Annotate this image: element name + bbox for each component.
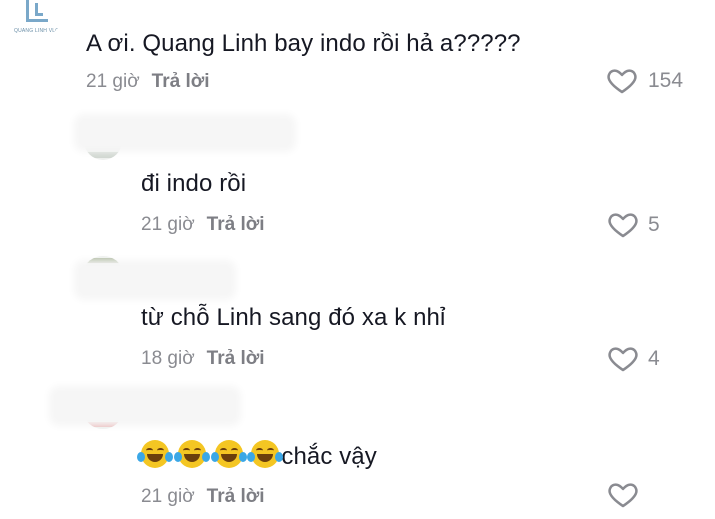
like-heart-icon[interactable] (606, 208, 640, 240)
reply-button[interactable]: Trả lời (207, 214, 265, 235)
reply-text: từ chỗ Linh sang đó xa k nhỉ (141, 304, 446, 331)
like-count: 4 (648, 347, 660, 370)
channel-avatar[interactable]: QUANG LINH VLOG (0, 0, 64, 40)
comment-time: 21 giờ (86, 71, 140, 92)
reply-text: chắc vậy (281, 443, 377, 470)
reply-time: 18 giờ (141, 348, 195, 369)
comment-meta: 21 giờ Trả lời (86, 71, 210, 93)
reply-text-row: chắc vậy (137, 440, 377, 471)
redacted-username (80, 266, 230, 294)
reply-button[interactable]: Trả lời (152, 71, 210, 92)
redacted-username (55, 392, 235, 420)
redacted-username (80, 120, 290, 146)
tears-of-joy-emoji-icon (137, 440, 173, 468)
tears-of-joy-emoji-icon (173, 440, 210, 468)
like-heart-icon[interactable] (606, 478, 640, 510)
like-heart-icon[interactable] (605, 64, 639, 96)
like-count: 5 (648, 213, 660, 236)
channel-logo-icon (26, 0, 48, 22)
like-count: 154 (648, 69, 684, 92)
reply-meta: 21 giờ Trả lời (141, 214, 265, 236)
reply-time: 21 giờ (141, 214, 195, 235)
reply-time: 21 giờ (141, 486, 195, 507)
reply-meta: 18 giờ Trả lời (141, 348, 265, 370)
comment-text: A ơi. Quang Linh bay indo rồi hả a????? (86, 30, 521, 57)
reply-meta: 21 giờ Trả lời (141, 486, 265, 508)
reply-button[interactable]: Trả lời (207, 348, 265, 369)
reply-button[interactable]: Trả lời (207, 486, 265, 507)
channel-logo-text: QUANG LINH VLOG (14, 28, 64, 34)
tears-of-joy-emoji-icon (210, 440, 247, 468)
tears-of-joy-emoji-icon (247, 440, 284, 468)
reply-text: đi indo rồi (141, 170, 247, 197)
like-heart-icon[interactable] (606, 342, 640, 374)
